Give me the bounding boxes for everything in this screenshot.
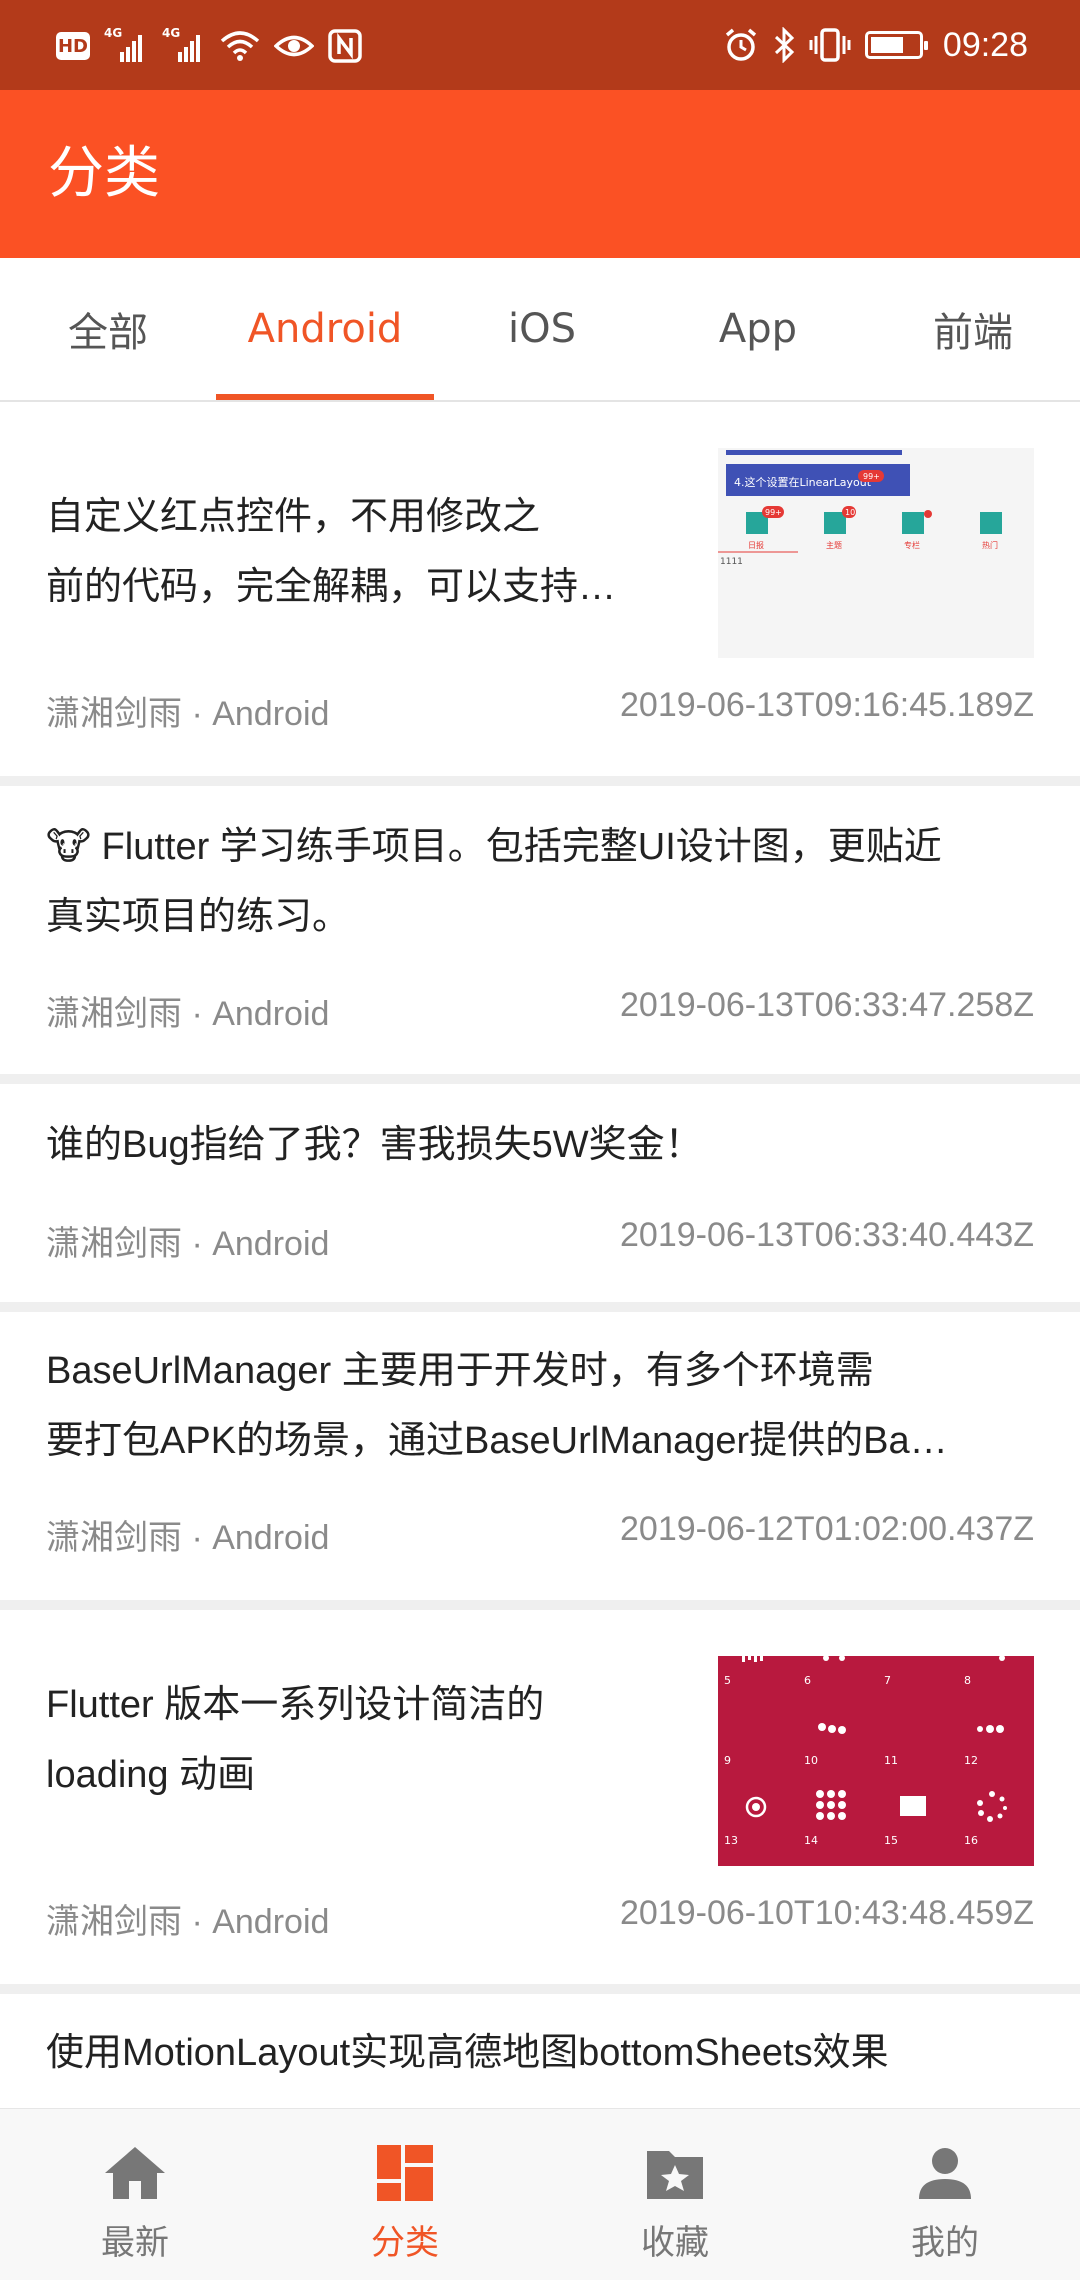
- page-title: 分类: [48, 141, 160, 206]
- badge-label: 99+: [765, 508, 782, 517]
- nav-mine[interactable]: 我的: [810, 2109, 1080, 2280]
- person-icon: [913, 2141, 977, 2205]
- article-title-line: BaseUrlManager 主要用于开发时，有多个环境需: [46, 1350, 874, 1392]
- nav-label: 收藏: [641, 2223, 709, 2263]
- app-screen: HD 4G 4G 09:28 分类 全部 Android iOS App 前端 …: [0, 0, 1080, 2280]
- article-meta: 潇湘剑雨 · Android: [46, 1903, 330, 1941]
- hd-icon: HD: [56, 32, 90, 60]
- tab-android[interactable]: Android: [216, 258, 434, 400]
- category-grid-icon: [373, 2141, 437, 2205]
- article-title: BaseUrlManager 主要用于开发时，有多个环境需 要打包APK的场景，…: [46, 1336, 1046, 1476]
- article-card[interactable]: Flutter 版本一系列设计简洁的 loading 动画 5 6 7 8 9 …: [0, 1610, 1080, 1984]
- article-title-line: 前的代码，完全解耦，可以支持…: [46, 566, 617, 608]
- loader-number: 9: [724, 1754, 731, 1767]
- loader-number: 10: [804, 1754, 818, 1767]
- article-date: 2019-06-13T09:16:45.189Z: [620, 686, 1034, 724]
- article-title-line: 真实项目的练习。: [46, 896, 351, 938]
- article-title: 🐮 Flutter 学习练手项目。包括完整UI设计图，更贴近 真实项目的练习。: [46, 812, 1046, 952]
- article-meta: 潇湘剑雨 · Android: [46, 995, 330, 1033]
- thumbnail-caption: 4.这个设置在LinearLayout: [734, 475, 872, 489]
- tab-label: 主题: [826, 540, 842, 550]
- nfc-icon: [328, 29, 362, 63]
- loader-number: 8: [964, 1674, 971, 1687]
- counter-label: 1111: [720, 557, 743, 567]
- article-title: 使用MotionLayout实现高德地图bottomSheets效果: [46, 2032, 889, 2074]
- network-type-label: 4G: [162, 26, 181, 40]
- loader-number: 14: [804, 1834, 818, 1847]
- signal-icon: 4G: [162, 26, 206, 62]
- nav-label: 我的: [911, 2223, 979, 2263]
- article-title: 自定义红点控件，不用修改之 前的代码，完全解耦，可以支持…: [46, 482, 686, 622]
- red-dot-demo-image: 4.这个设置在LinearLayout 99+ 99+ 10 日报 主题 专栏 …: [718, 450, 1002, 567]
- article-title-line: 🐮 Flutter 学习练手项目。包括完整UI设计图，更贴近: [46, 812, 1046, 882]
- battery-icon: [864, 31, 928, 59]
- home-icon: [103, 2141, 167, 2205]
- article-thumbnail: 5 6 7 8 9 10 11 12 13 14 15 16: [718, 1655, 1034, 1866]
- tab-ios[interactable]: iOS: [434, 258, 650, 400]
- tab-frontend[interactable]: 前端: [866, 258, 1080, 400]
- loader-number: 12: [964, 1754, 978, 1767]
- article-title-line: 自定义红点控件，不用修改之: [46, 496, 541, 538]
- article-card[interactable]: 🐮 Flutter 学习练手项目。包括完整UI设计图，更贴近 真实项目的练习。 …: [0, 786, 1080, 1074]
- badge-label: 10: [845, 508, 855, 517]
- folder-star-icon: [643, 2141, 707, 2205]
- app-bar: 分类: [0, 90, 1080, 258]
- loader-number: 6: [804, 1674, 811, 1687]
- article-date: 2019-06-13T06:33:47.258Z: [620, 986, 1034, 1024]
- category-tabs: 全部 Android iOS App 前端: [0, 258, 1080, 402]
- article-meta: 潇湘剑雨 · Android: [46, 1519, 330, 1557]
- status-bar-right: 09:28: [723, 22, 1028, 68]
- nav-favorites[interactable]: 收藏: [540, 2109, 810, 2280]
- article-meta: 潇湘剑雨 · Android: [46, 695, 330, 733]
- bluetooth-icon: [773, 27, 795, 63]
- article-card[interactable]: BaseUrlManager 主要用于开发时，有多个环境需 要打包APK的场景，…: [0, 1312, 1080, 1600]
- signal-icon: 4G: [104, 26, 148, 62]
- status-time: 09:28: [942, 25, 1028, 64]
- article-title-text: Flutter 学习练手项目。包括完整UI设计图，更贴近: [101, 826, 942, 868]
- bottom-navigation: 最新 分类 收藏 我的: [0, 2108, 1080, 2280]
- article-thumbnail: 4.这个设置在LinearLayout 99+ 99+ 10 日报 主题 专栏 …: [718, 448, 1034, 658]
- vibrate-icon: [809, 27, 851, 63]
- article-card[interactable]: 谁的Bug指给了我？害我损失5W奖金！ 潇湘剑雨 · Android 2019-…: [0, 1084, 1080, 1302]
- tab-label: 日报: [748, 540, 764, 550]
- status-bar-left: HD 4G 4G: [56, 24, 362, 68]
- status-bar: HD 4G 4G 09:28: [0, 0, 1080, 90]
- loader-number: 13: [724, 1834, 738, 1847]
- loader-number: 7: [884, 1674, 891, 1687]
- tab-label: 专栏: [904, 540, 920, 550]
- loader-number: 16: [964, 1834, 978, 1847]
- article-title-line: loading 动画: [46, 1754, 256, 1796]
- article-title: 谁的Bug指给了我？害我损失5W奖金！: [46, 1124, 703, 1166]
- article-title-line: Flutter 版本一系列设计简洁的: [46, 1684, 545, 1726]
- tab-label: 热门: [982, 540, 998, 550]
- article-date: 2019-06-10T10:43:48.459Z: [620, 1894, 1034, 1932]
- tab-indicator: [216, 394, 434, 400]
- article-card[interactable]: 自定义红点控件，不用修改之 前的代码，完全解耦，可以支持… 4.这个设置在Lin…: [0, 402, 1080, 776]
- wifi-icon: [220, 29, 260, 63]
- article-date: 2019-06-13T06:33:40.443Z: [620, 1216, 1034, 1254]
- eye-icon: [274, 31, 314, 61]
- nav-label: 最新: [101, 2223, 169, 2263]
- article-title-line: 要打包APK的场景，通过BaseUrlManager提供的Ba…: [46, 1420, 948, 1462]
- loader-number: 5: [724, 1674, 731, 1687]
- article-meta: 潇湘剑雨 · Android: [46, 1225, 330, 1263]
- article-title: Flutter 版本一系列设计简洁的 loading 动画: [46, 1670, 686, 1810]
- tab-all[interactable]: 全部: [0, 258, 216, 400]
- network-type-label: 4G: [104, 26, 123, 40]
- badge-label: 99+: [863, 472, 880, 481]
- nav-latest[interactable]: 最新: [0, 2109, 270, 2280]
- loader-number: 11: [884, 1754, 898, 1767]
- tab-app[interactable]: App: [650, 258, 866, 400]
- loader-number: 15: [884, 1834, 898, 1847]
- nav-label: 分类: [371, 2223, 439, 2263]
- cow-emoji-icon: 🐮: [46, 826, 91, 868]
- article-date: 2019-06-12T01:02:00.437Z: [620, 1510, 1034, 1548]
- alarm-icon: [723, 27, 759, 63]
- nav-category[interactable]: 分类: [270, 2109, 540, 2280]
- loading-animations-image: 5 6 7 8 9 10 11 12 13 14 15 16: [718, 1655, 1034, 1866]
